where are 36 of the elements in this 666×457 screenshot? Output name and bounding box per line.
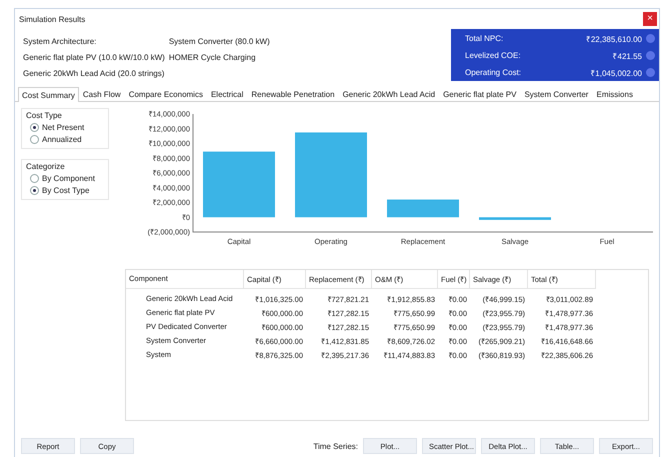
architecture-text: System Converter (80.0 kW) (168, 37, 270, 46)
time-series-label: Time Series: (313, 442, 358, 450)
architecture-text: HOMER Cycle Charging (168, 53, 257, 62)
radio-label: Net Present (42, 123, 84, 132)
window-title: Simulation Results (19, 14, 86, 24)
chart-bar (479, 217, 551, 220)
tab[interactable]: Electrical (206, 87, 248, 101)
radio-label: Annualized (42, 135, 82, 144)
summary-value: ₹1,045,002.00 (590, 68, 642, 78)
chart-bar (387, 200, 459, 218)
close-button[interactable]: × (643, 12, 657, 26)
tab[interactable]: Generic 20kWh Lead Acid (338, 87, 440, 101)
tab[interactable]: Cost Summary (18, 87, 79, 102)
summary-value: ₹22,385,610.00 (586, 34, 642, 44)
architecture-text: System Architecture: (23, 37, 98, 46)
radio-label: By Component (42, 174, 95, 183)
radio-button[interactable] (30, 174, 39, 183)
summary-label: Operating Cost: (465, 68, 522, 77)
tab[interactable]: Cash Flow (78, 87, 125, 101)
summary-label: Total NPC: (465, 34, 504, 43)
radio-button[interactable] (30, 186, 39, 195)
radio-label: By Cost Type (42, 186, 90, 195)
group-title: Categorize (26, 162, 66, 171)
tab[interactable]: Emissions (592, 87, 637, 101)
tab[interactable]: Compare Economics (124, 87, 207, 101)
radio-button[interactable] (30, 135, 39, 144)
tab[interactable]: System Converter (520, 87, 592, 101)
tab[interactable]: Generic flat plate PV (439, 87, 520, 101)
architecture-text: Generic flat plate PV (10.0 kW/10.0 kW) (23, 53, 165, 62)
chart-bar (203, 152, 275, 218)
summary-value: ₹421.55 (612, 51, 642, 61)
radio-button[interactable] (30, 123, 39, 132)
tab[interactable]: Renewable Penetration (247, 87, 339, 101)
group-title: Cost Type (26, 111, 63, 120)
summary-label: Levelized COE: (465, 51, 522, 60)
architecture-text: Generic 20kWh Lead Acid (20.0 strings) (23, 69, 165, 78)
